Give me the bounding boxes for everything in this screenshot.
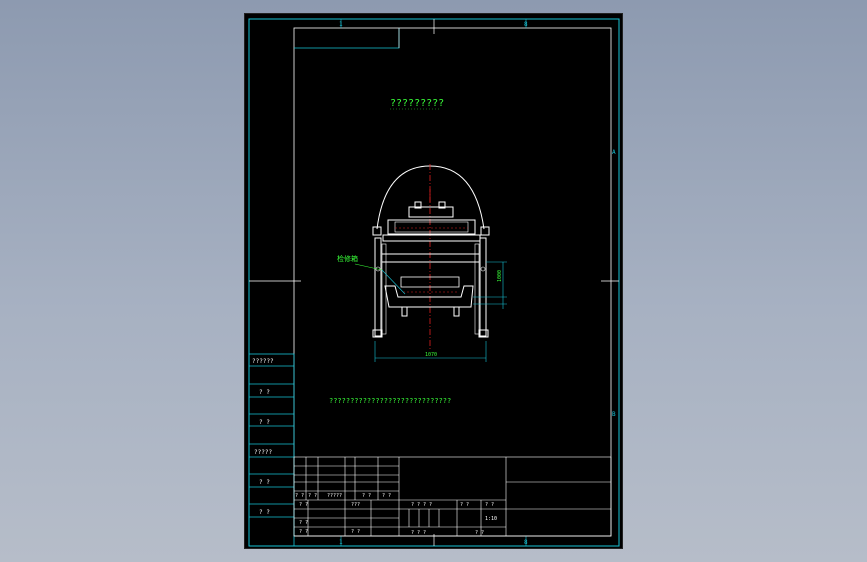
zone-label-bottom-1: 1	[339, 539, 343, 546]
sign-col-3: ?????	[327, 493, 342, 499]
machine-drawing	[372, 164, 490, 350]
left-row-2-a: ? ?	[299, 520, 308, 526]
side-table-row-6: ? ?	[259, 509, 270, 516]
drawing-note: ?????????????????????????????	[329, 397, 451, 405]
scale-header: ? ?	[485, 502, 494, 508]
leader-label: 检修箱	[337, 254, 358, 263]
weight-header: ? ?	[460, 502, 469, 508]
sign-col-1: ? ?	[295, 493, 304, 499]
side-table-row-4: ?????	[254, 449, 272, 456]
cad-drawing-viewport[interactable]: 1 8 1 8 A B ????????? 1070 1000 检修箱 ????…	[244, 13, 623, 549]
inner-frame	[293, 27, 612, 537]
left-row-1-a: ? ?	[299, 502, 308, 508]
dimension-width: 1070	[425, 352, 437, 358]
sheet-number: ? ?	[475, 530, 484, 536]
zone-label-right-a: A	[612, 149, 616, 156]
corner-box	[294, 28, 400, 49]
zone-label-top-2: 8	[524, 21, 528, 28]
zone-label-right-b: B	[612, 411, 616, 418]
side-table-row-5: ? ?	[259, 479, 270, 486]
stage-header: ? ? ? ?	[411, 502, 432, 508]
side-table-row-3: ? ?	[259, 419, 270, 426]
zone-label-bottom-2: 8	[524, 539, 528, 546]
dimension-vertical: 1000	[497, 270, 503, 282]
side-table-row-1: ??????	[252, 358, 274, 365]
left-row-3-a: ? ?	[299, 529, 308, 535]
sign-col-5: ? ?	[382, 493, 391, 499]
sign-col-4: ? ?	[362, 493, 371, 499]
drawing-sheet: 1 8 1 8 A B ????????? 1070 1000 检修箱 ????…	[248, 18, 620, 547]
sheet-count: ? ? ?	[411, 530, 426, 536]
left-row-1-b: ???	[351, 502, 360, 508]
zone-label-top-1: 1	[339, 21, 343, 28]
left-row-3-b: ? ?	[351, 529, 360, 535]
sign-col-2: ? ?	[308, 493, 317, 499]
drawing-title: ?????????	[390, 98, 444, 109]
side-table-row-2: ? ?	[259, 389, 270, 396]
scale-value: 1:10	[485, 516, 497, 522]
